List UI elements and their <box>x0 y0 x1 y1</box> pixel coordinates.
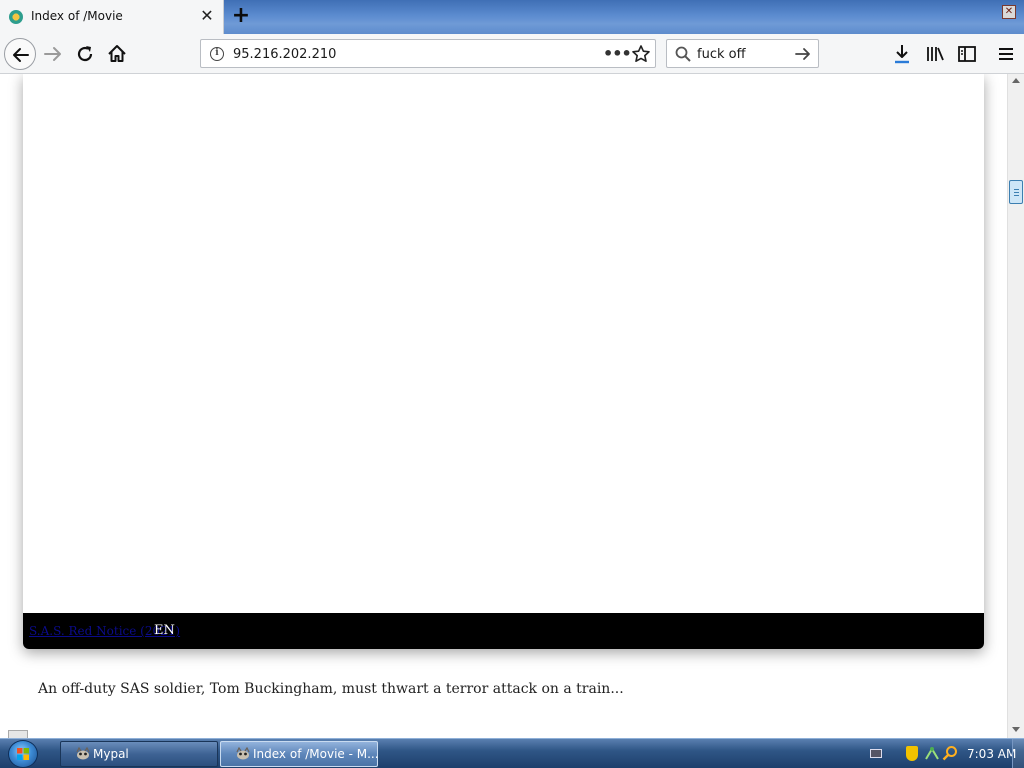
scroll-up-arrow-icon[interactable] <box>1012 78 1020 83</box>
taskbar-button-label: Index of /Movie - M... <box>253 747 379 761</box>
start-button[interactable] <box>8 740 38 768</box>
back-arrow-icon <box>13 48 29 62</box>
tab-close-icon[interactable]: ✕ <box>199 8 215 24</box>
video-player[interactable]: S.A.S. Red Notice (2021) EN <box>23 74 984 649</box>
windows-logo-icon <box>17 748 29 760</box>
search-bar[interactable]: fuck off <box>666 39 819 68</box>
page-actions-icon[interactable]: ••• <box>603 44 632 63</box>
library-icon[interactable] <box>925 43 945 65</box>
address-input[interactable]: 95.216.202.210 <box>233 47 336 62</box>
show-desktop-button[interactable] <box>1012 739 1024 768</box>
bookmark-star-icon[interactable] <box>631 44 651 64</box>
tab-index-of-movie[interactable]: Index of /Movie ✕ <box>0 0 224 34</box>
search-input[interactable]: fuck off <box>697 47 746 62</box>
reload-icon <box>77 46 93 62</box>
mypal-icon <box>235 746 251 761</box>
forward-button[interactable] <box>42 43 64 65</box>
search-go-arrow-icon[interactable] <box>794 45 812 66</box>
home-button[interactable] <box>106 43 128 65</box>
network-icon[interactable] <box>924 746 940 761</box>
address-bar[interactable]: i 95.216.202.210 ••• <box>200 39 656 68</box>
taskbar-button-index-of-movie[interactable]: Index of /Movie - M... <box>220 741 379 767</box>
horizontal-scroll-nub[interactable] <box>8 730 28 738</box>
player-caption-bar: S.A.S. Red Notice (2021) EN <box>23 613 984 649</box>
hamburger-menu-icon[interactable] <box>996 43 1016 65</box>
clock[interactable]: 7:03 AM <box>967 747 1016 761</box>
new-tab-button[interactable]: + <box>230 4 252 30</box>
movie-description: An off-duty SAS soldier, Tom Buckingham,… <box>38 681 624 697</box>
tab-title: Index of /Movie <box>31 9 123 23</box>
mypal-icon <box>75 746 91 761</box>
system-tray: 7:03 AM <box>866 741 1024 767</box>
forward-arrow-icon <box>44 47 61 61</box>
downloads-icon[interactable] <box>892 43 912 65</box>
keyboard-layout-icon[interactable] <box>870 749 882 758</box>
scroll-down-arrow-icon[interactable] <box>1012 727 1020 732</box>
tray-search-icon[interactable] <box>942 745 958 761</box>
reload-button[interactable] <box>74 43 96 65</box>
taskbar-button-label: Mypal <box>93 747 129 761</box>
page-viewport: S.A.S. Red Notice (2021) EN An off-duty … <box>0 74 1007 738</box>
taskbar-button-mypal[interactable]: Mypal <box>60 741 218 767</box>
taskbar: Mypal Index of /Movie - M... 7:03 AM <box>0 738 1024 768</box>
scrollbar-thumb[interactable] <box>1009 180 1023 204</box>
navigation-toolbar: i 95.216.202.210 ••• fuck off <box>0 34 1024 74</box>
window-close-button[interactable]: ✕ <box>1002 5 1016 19</box>
security-shield-icon[interactable] <box>906 746 918 761</box>
search-icon <box>675 46 691 65</box>
language-label: EN <box>154 623 175 638</box>
site-favicon-icon <box>9 10 23 24</box>
home-icon <box>108 45 126 62</box>
sidebar-toggle-icon[interactable] <box>957 43 977 65</box>
tab-strip: Index of /Movie ✕ + ✕ <box>0 0 1024 34</box>
back-button[interactable] <box>4 38 36 70</box>
site-info-icon[interactable]: i <box>210 47 224 61</box>
vertical-scrollbar[interactable] <box>1007 74 1024 738</box>
